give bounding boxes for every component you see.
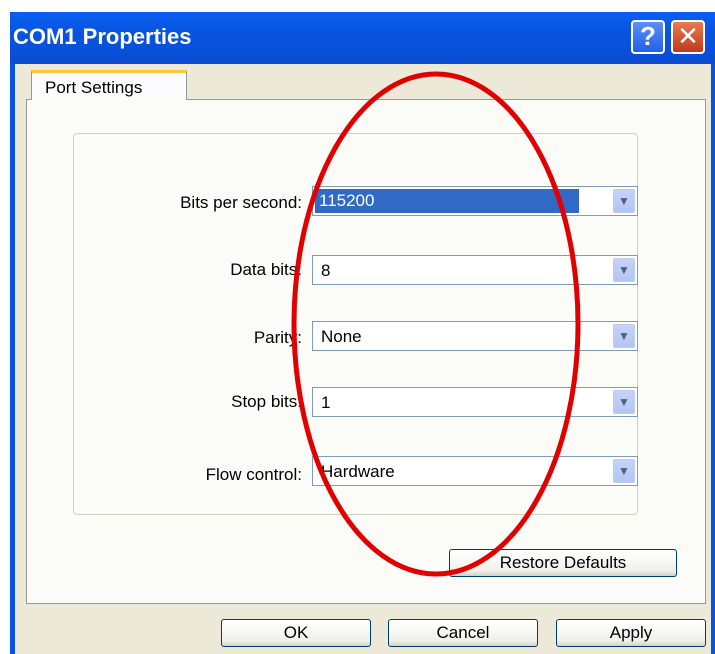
tab-page-port-settings: Bits per second: 115200 ▼ Data bits: 8 ▼… — [26, 99, 706, 604]
data-bits-label: Data bits: — [230, 260, 302, 279]
tab-port-settings[interactable]: Port Settings — [31, 70, 187, 100]
chevron-down-icon[interactable]: ▼ — [613, 459, 635, 483]
chevron-down-icon[interactable]: ▼ — [613, 258, 635, 282]
dialog-client-area: Port Settings Bits per second: 115200 ▼ … — [15, 64, 711, 654]
ok-button[interactable]: OK — [221, 619, 371, 647]
parity-select[interactable]: None ▼ — [312, 321, 638, 351]
data-bits-value: 8 — [321, 261, 331, 280]
parity-label: Parity: — [253, 328, 302, 347]
chevron-down-icon[interactable]: ▼ — [613, 324, 635, 348]
bits-per-second-value: 115200 — [315, 189, 579, 213]
flow-control-select[interactable]: Hardware ▼ — [312, 456, 638, 486]
chevron-down-icon[interactable]: ▼ — [613, 189, 635, 213]
help-button[interactable]: ? — [631, 20, 665, 54]
chevron-down-icon[interactable]: ▼ — [613, 390, 635, 414]
bits-per-second-select[interactable]: 115200 ▼ — [312, 186, 638, 216]
bits-per-second-label: Bits per second: — [180, 193, 302, 212]
restore-defaults-button[interactable]: Restore Defaults — [449, 549, 677, 577]
apply-button[interactable]: Apply — [556, 619, 706, 647]
stop-bits-select[interactable]: 1 ▼ — [312, 387, 638, 417]
dialog-window: COM1 Properties ? ✕ Port Settings Bits p… — [10, 12, 715, 654]
stop-bits-value: 1 — [321, 393, 331, 412]
close-button[interactable]: ✕ — [671, 20, 705, 54]
window-title: COM1 Properties — [13, 24, 192, 49]
flow-control-value: Hardware — [321, 462, 395, 481]
stop-bits-label: Stop bits: — [231, 392, 302, 411]
parity-value: None — [321, 327, 362, 346]
flow-control-label: Flow control: — [205, 465, 302, 484]
cancel-button[interactable]: Cancel — [388, 619, 538, 647]
data-bits-select[interactable]: 8 ▼ — [312, 255, 638, 285]
title-bar[interactable]: COM1 Properties ? ✕ — [10, 12, 715, 64]
